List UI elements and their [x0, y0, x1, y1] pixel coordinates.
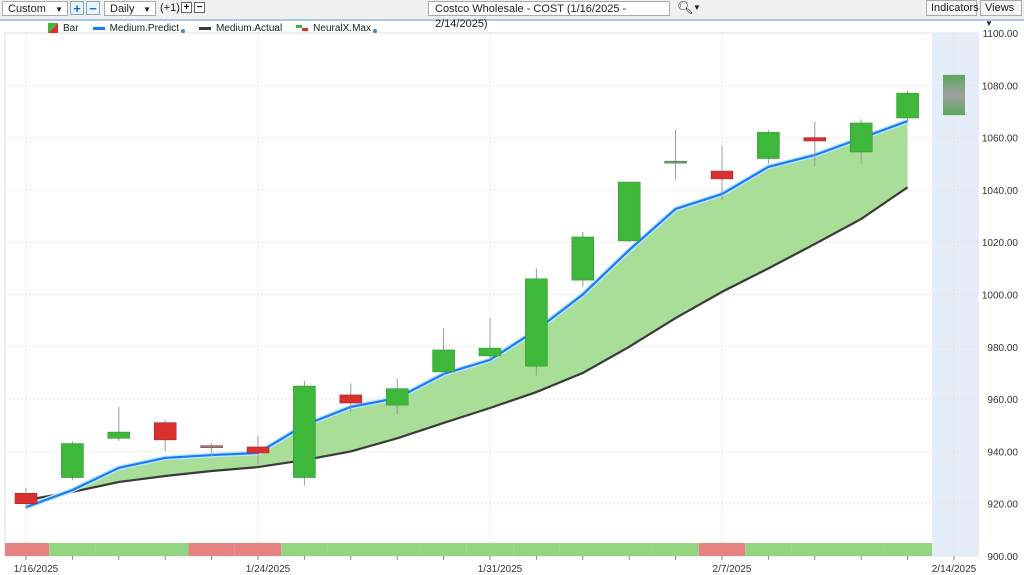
signal-bar-up	[559, 543, 606, 556]
y-tick-label: 1000.00	[982, 291, 1019, 302]
bar-swatch-icon	[48, 23, 58, 33]
x-tick-label: 1/24/2025	[246, 564, 291, 575]
y-tick-label: 1080.00	[982, 81, 1019, 92]
x-tick-label: 1/16/2025	[14, 564, 59, 575]
candle-up	[896, 92, 919, 119]
signal-bar-up	[838, 543, 885, 556]
legend-neural[interactable]: NeuralX.Max	[296, 23, 377, 34]
settings-dot-icon	[181, 29, 186, 33]
signal-bar-up	[49, 543, 96, 556]
signal-bar-up	[142, 543, 189, 556]
signal-bar-up	[884, 543, 932, 556]
signal-bar-up	[513, 543, 560, 556]
signal-bar-up	[791, 543, 838, 556]
signal-bar-up	[652, 543, 699, 556]
signal-bar-up	[420, 543, 467, 556]
candle-down	[200, 445, 223, 448]
signal-bar-down	[188, 543, 235, 556]
signal-bar-up	[281, 543, 328, 556]
candle-up	[571, 236, 595, 281]
candle-up	[293, 385, 316, 478]
legend-neural-label: NeuralX.Max	[313, 22, 371, 34]
candle-down	[803, 137, 827, 142]
candle-up	[478, 347, 502, 357]
legend-actual-label: Medium.Actual	[216, 22, 283, 34]
predict-swatch-icon	[92, 26, 105, 30]
neural-swatch-icon	[296, 25, 309, 31]
candle-down	[153, 422, 177, 441]
y-tick-label: 900.00	[987, 552, 1018, 563]
candle-up	[107, 431, 131, 439]
y-tick-label: 980.00	[987, 343, 1018, 354]
candle-up	[849, 122, 873, 153]
candle-up	[385, 388, 409, 406]
x-tick-label: 1/31/2025	[478, 564, 523, 575]
candle-down	[710, 170, 734, 180]
legend-bar[interactable]: Bar	[48, 23, 79, 34]
signal-bar-down	[5, 543, 50, 556]
candle-up	[757, 132, 780, 159]
signal-bar-down	[698, 543, 746, 556]
y-tick-label: 1100.00	[983, 29, 1019, 40]
candle-up	[61, 443, 84, 478]
settings-dot-icon	[372, 29, 377, 33]
signal-bar-up	[745, 543, 792, 556]
y-tick-label: 920.00	[987, 500, 1018, 511]
legend-predict-label: Medium.Predict	[109, 22, 180, 34]
candle-up	[664, 160, 687, 164]
forecast-candle	[943, 74, 965, 116]
y-tick-label: 1060.00	[982, 134, 1019, 145]
y-tick-label: 940.00	[987, 447, 1018, 458]
candle-down	[339, 394, 363, 404]
x-tick-label: 2/7/2025	[713, 564, 752, 575]
legend-actual[interactable]: Medium.Actual	[199, 23, 282, 34]
candle-up	[432, 349, 455, 373]
candle-down	[246, 446, 270, 454]
x-tick-label: 2/14/2025	[932, 564, 977, 575]
signal-bar-down	[234, 543, 282, 556]
y-tick-label: 960.00	[987, 395, 1018, 406]
y-tick-label: 1020.00	[982, 238, 1019, 249]
price-chart: 900.00 920.00 940.00 960.00 980.00 1000.00 102…	[4, 29, 1019, 575]
chart-legend: Bar Medium.Predict Medium.Actual NeuralX…	[48, 22, 377, 34]
candle-down	[14, 492, 38, 504]
signal-bar-up	[466, 543, 514, 556]
y-tick-label: 1040.00	[982, 186, 1019, 197]
candle-up	[617, 181, 641, 242]
actual-swatch-icon	[199, 26, 212, 30]
signal-bar-up	[374, 543, 421, 556]
candle-up	[525, 278, 548, 367]
signal-bar-up	[327, 543, 374, 556]
legend-bar-label: Bar	[63, 22, 79, 34]
signal-bar-up	[606, 543, 653, 556]
legend-predict[interactable]: Medium.Predict	[92, 22, 186, 34]
signal-bar-up	[95, 543, 142, 556]
